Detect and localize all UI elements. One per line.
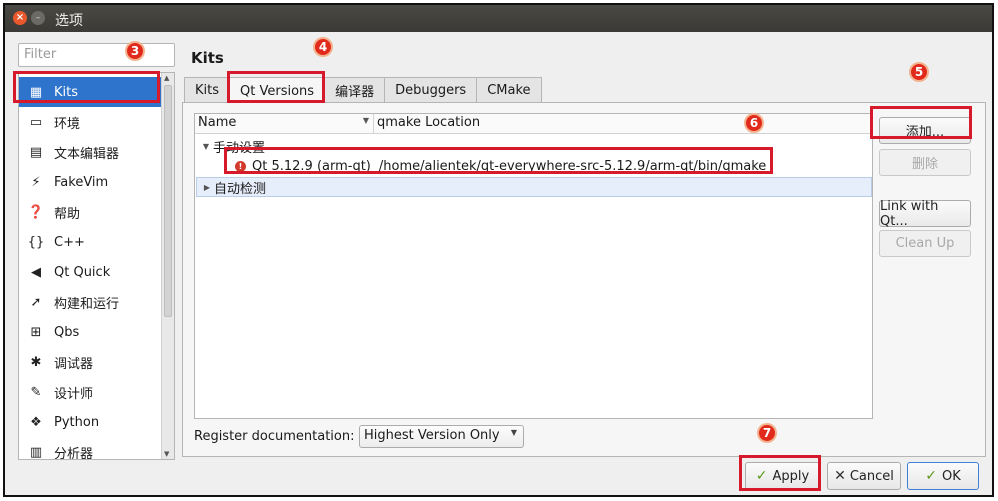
build-run-icon: ➚: [30, 294, 42, 310]
python-icon: ❖: [30, 414, 42, 430]
sidebar-item-label: Python: [54, 414, 100, 430]
sidebar-item-environment[interactable]: ▭ 环境: [19, 107, 161, 137]
scroll-up-icon[interactable]: ▲: [164, 74, 169, 82]
sidebar-item-label: FakeVim: [54, 174, 109, 190]
page-title: Kits: [191, 49, 224, 67]
link-with-qt-button[interactable]: Link with Qt...: [879, 199, 971, 229]
close-icon[interactable]: ×: [13, 11, 27, 25]
column-header-name[interactable]: Name ▼: [195, 114, 374, 133]
step-marker: 4: [313, 37, 333, 57]
chevron-down-icon: ▼: [510, 428, 517, 437]
filter-input[interactable]: Filter: [18, 43, 175, 67]
sidebar-item-designer[interactable]: ✎ 设计师: [19, 377, 161, 407]
scrollbar-thumb[interactable]: [164, 85, 172, 317]
highlight-box-qt-version: [224, 147, 773, 174]
register-doc-label: Register documentation:: [194, 429, 355, 444]
cancel-button[interactable]: ✕ Cancel: [827, 462, 901, 490]
remove-button[interactable]: 删除: [879, 149, 971, 176]
expanded-caret-icon[interactable]: ▼: [199, 142, 213, 151]
highlight-box-add: [870, 106, 972, 139]
options-sidebar: ▦ Kits ▭ 环境 ▤ 文本编辑器 ⚡ FakeVim ❓ 帮助 {} C+…: [18, 72, 175, 460]
sidebar-item-label: 分析器: [54, 446, 94, 460]
select-value: Highest Version Only: [364, 428, 500, 443]
step-marker: 6: [744, 113, 764, 133]
sidebar-item-label: C++: [54, 234, 85, 250]
ok-button[interactable]: ✓ OK: [907, 462, 979, 490]
tab-debuggers[interactable]: Debuggers: [384, 77, 478, 103]
sidebar-item-analyzer[interactable]: ▥ 分析器: [19, 437, 161, 460]
sidebar-item-label: 调试器: [54, 356, 94, 372]
window-title: 选项: [55, 13, 83, 29]
cross-icon: ✕: [834, 468, 846, 484]
sort-down-icon: ▼: [362, 116, 369, 125]
analyzer-icon: ▥: [29, 444, 43, 460]
sidebar-item-help[interactable]: ❓ 帮助: [19, 197, 161, 227]
tab-kits[interactable]: Kits: [184, 77, 231, 103]
qt-quick-icon: ◀: [31, 264, 41, 280]
highlight-box-apply: [739, 455, 821, 491]
button-label: OK: [941, 468, 961, 484]
sidebar-scrollbar[interactable]: ▲ ▼: [161, 73, 174, 459]
tree-group-auto[interactable]: ▶ 自动检测: [196, 177, 872, 197]
sidebar-item-label: 设计师: [54, 386, 94, 402]
highlight-box-qt-versions-tab: [227, 71, 325, 103]
minimize-icon[interactable]: –: [31, 11, 45, 25]
text-editor-icon: ▤: [29, 144, 43, 160]
sidebar-item-qbs[interactable]: ⊞ Qbs: [19, 317, 161, 347]
sidebar-item-label: 文本编辑器: [54, 146, 120, 162]
sidebar-item-build-run[interactable]: ➚ 构建和运行: [19, 287, 161, 317]
sidebar-item-label: 构建和运行: [54, 296, 120, 312]
designer-icon: ✎: [30, 384, 42, 400]
clean-up-button[interactable]: Clean Up: [879, 230, 971, 257]
tab-cmake[interactable]: CMake: [476, 77, 542, 103]
debugger-icon: ✱: [30, 354, 42, 370]
sidebar-item-qt-quick[interactable]: ◀ Qt Quick: [19, 257, 161, 287]
sidebar-item-text-editor[interactable]: ▤ 文本编辑器: [19, 137, 161, 167]
column-label: Name: [198, 115, 237, 130]
braces-icon: {}: [27, 234, 45, 250]
fakevim-icon: ⚡: [31, 174, 41, 190]
check-icon: ✓: [925, 468, 937, 484]
sidebar-item-fakevim[interactable]: ⚡ FakeVim: [19, 167, 161, 197]
column-header-location[interactable]: qmake Location: [374, 114, 872, 133]
tree-header: Name ▼ qmake Location: [195, 114, 872, 134]
qbs-icon: ⊞: [30, 324, 42, 340]
step-marker: 3: [125, 41, 145, 61]
step-marker: 5: [909, 62, 929, 82]
button-label: Cancel: [849, 468, 894, 484]
step-marker: 7: [757, 423, 777, 443]
help-icon: ❓: [27, 204, 45, 220]
register-doc-select[interactable]: Highest Version Only ▼: [359, 425, 524, 448]
sidebar-item-label: Qbs: [54, 324, 80, 340]
title-bar: × – 选项: [5, 5, 992, 32]
monitor-icon: ▭: [29, 114, 43, 130]
sidebar-item-debugger[interactable]: ✱ 调试器: [19, 347, 161, 377]
sidebar-item-label: Qt Quick: [54, 264, 111, 280]
group-label: 自动检测: [214, 181, 267, 197]
sidebar-item-label: 环境: [54, 116, 81, 132]
tab-compilers[interactable]: 编译器: [324, 77, 386, 103]
sidebar-item-cpp[interactable]: {} C++: [19, 227, 161, 257]
scroll-down-icon[interactable]: ▼: [164, 450, 169, 458]
collapsed-caret-icon[interactable]: ▶: [200, 183, 214, 192]
sidebar-item-label: 帮助: [54, 206, 81, 222]
sidebar-item-python[interactable]: ❖ Python: [19, 407, 161, 437]
highlight-box-kits: [13, 71, 160, 103]
